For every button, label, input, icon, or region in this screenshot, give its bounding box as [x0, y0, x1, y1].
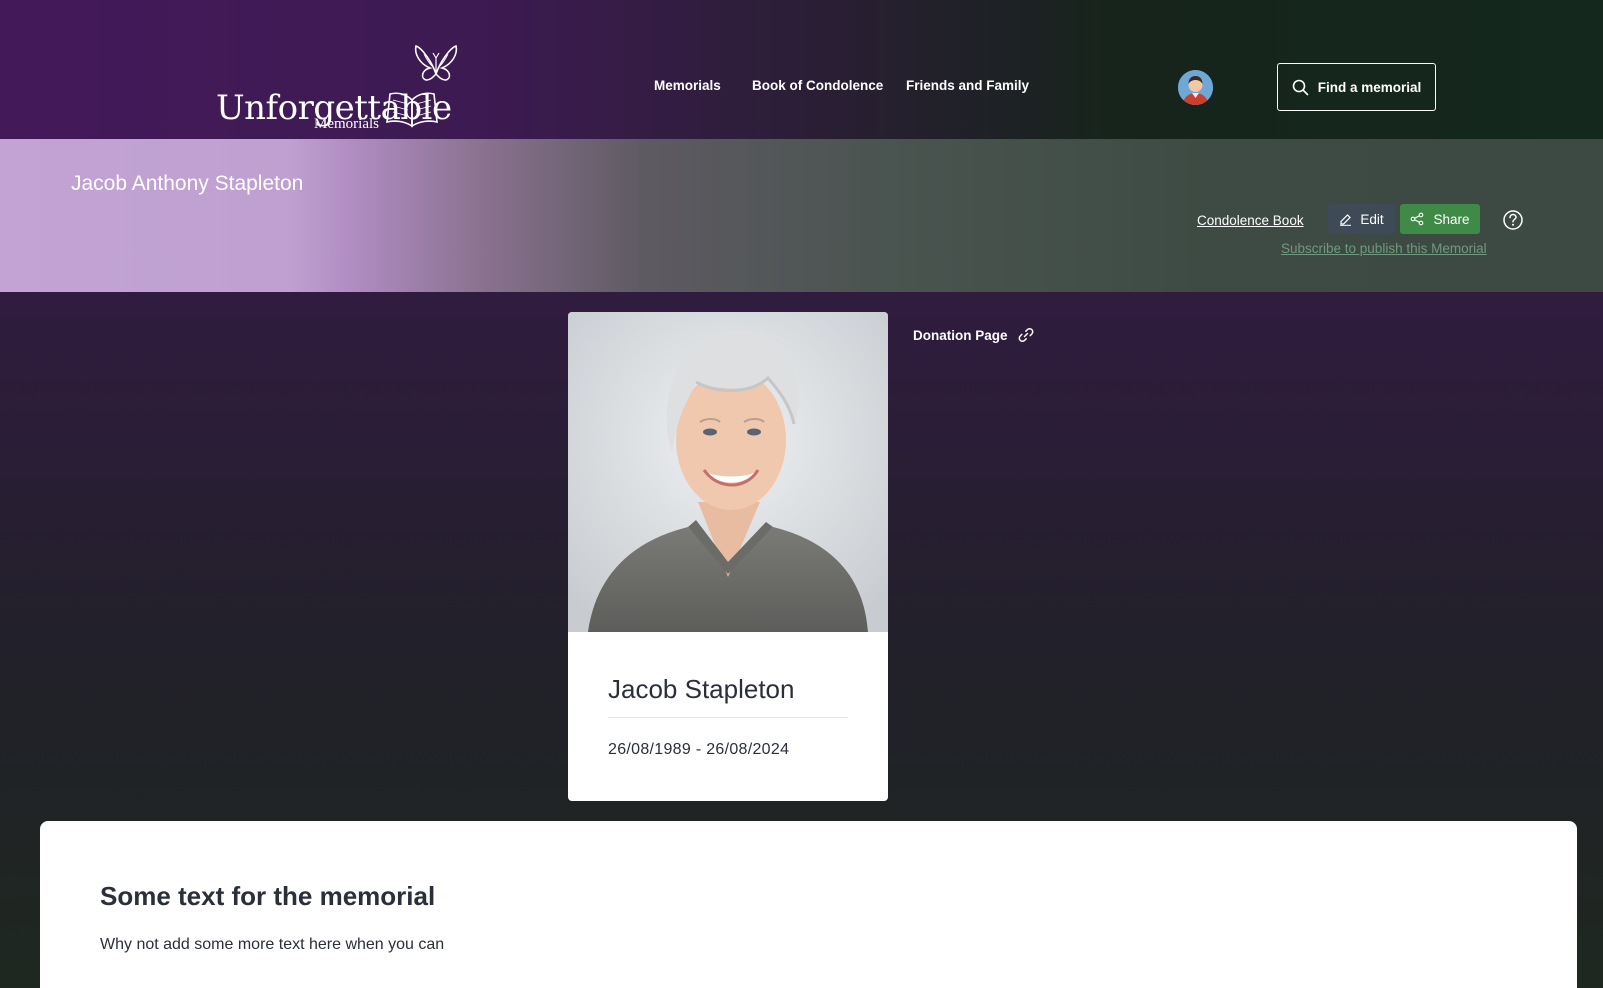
nav-item-memorials[interactable]: Memorials: [654, 78, 721, 93]
portrait-image: [568, 312, 888, 632]
divider: [608, 717, 848, 718]
edit-label: Edit: [1360, 211, 1384, 227]
find-memorial-label: Find a memorial: [1317, 79, 1422, 95]
find-memorial-button[interactable]: Find a memorial: [1277, 63, 1436, 111]
memorial-photo: [568, 312, 888, 632]
donation-page-label: Donation Page: [913, 327, 1008, 343]
nav-item-friends-and-family[interactable]: Friends and Family: [906, 78, 1029, 93]
top-navigation-bar: Unforgettable Memorials Memorials Book o…: [0, 0, 1603, 139]
share-label: Share: [1433, 211, 1470, 227]
search-icon: [1292, 79, 1309, 95]
share-icon: [1411, 212, 1424, 226]
deceased-name: Jacob Stapleton: [608, 674, 795, 704]
page-title: Jacob Anthony Stapleton: [71, 172, 304, 195]
user-avatar-icon: [1178, 70, 1213, 105]
memorial-banner: Jacob Anthony Stapleton Condolence Book …: [0, 139, 1603, 292]
donation-page-link[interactable]: Donation Page: [913, 327, 1034, 343]
memorial-card: Jacob Stapleton 26/08/1989 - 26/08/2024: [568, 632, 888, 801]
nav-item-book-of-condolence[interactable]: Book of Condolence: [752, 78, 883, 93]
link-icon: [1018, 327, 1033, 343]
logo-subtitle: Memorials: [314, 116, 379, 132]
memorial-text-heading: Some text for the memorial: [100, 881, 436, 911]
memorial-text-panel: Some text for the memorial Why not add s…: [40, 821, 1577, 988]
site-logo[interactable]: Unforgettable Memorials: [214, 44, 464, 136]
share-button[interactable]: Share: [1400, 204, 1480, 234]
question-circle-icon[interactable]: [1502, 209, 1524, 231]
butterfly-icon: [414, 44, 458, 81]
life-dates: 26/08/1989 - 26/08/2024: [608, 741, 790, 758]
condolence-book-link[interactable]: Condolence Book: [1197, 213, 1304, 228]
open-book-icon: [386, 92, 438, 128]
edit-button[interactable]: Edit: [1328, 204, 1395, 234]
user-avatar[interactable]: [1178, 70, 1213, 105]
edit-icon: [1340, 213, 1352, 226]
memorial-text-body: Why not add some more text here when you…: [100, 936, 445, 953]
subscribe-link[interactable]: Subscribe to publish this Memorial: [1281, 241, 1487, 256]
